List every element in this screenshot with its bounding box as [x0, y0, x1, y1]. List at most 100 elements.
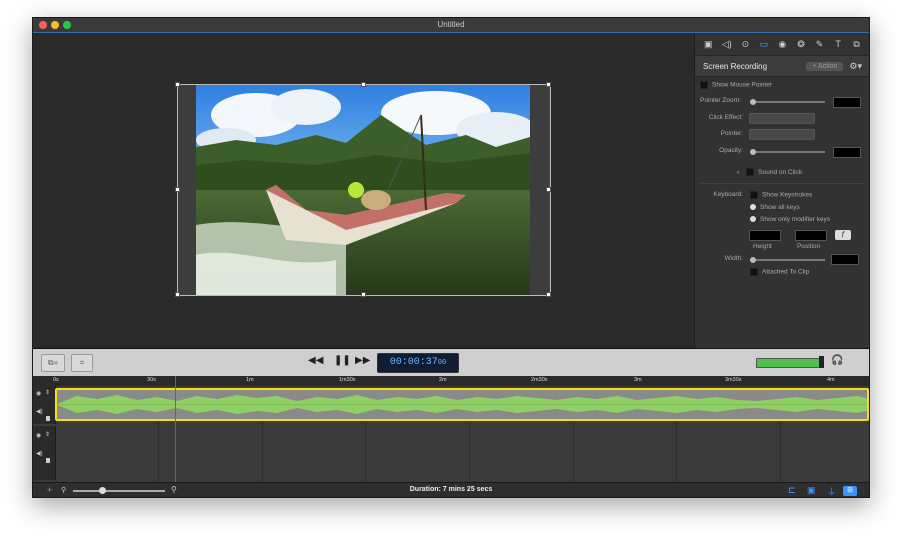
- reorder-icon[interactable]: ⇕: [45, 431, 50, 438]
- pointer-zoom-label: Pointer Zoom:: [700, 97, 741, 104]
- sound-on-click-row[interactable]: ▸ Sound on Click: [737, 168, 802, 177]
- pointer-zoom-knob[interactable]: [750, 99, 756, 105]
- volume-meter[interactable]: [756, 358, 822, 368]
- annotation-icon[interactable]: ✎: [814, 38, 826, 50]
- width-knob[interactable]: [750, 257, 756, 263]
- height-label: Height: [753, 243, 772, 250]
- audio-levels-icon[interactable]: ⏚: [827, 485, 836, 497]
- duration-label: Duration: 7 mins 25 secs: [409, 486, 493, 493]
- inspector-header: Screen Recording + Action ⚙▾: [695, 56, 869, 77]
- show-keystrokes-row[interactable]: Show Keystrokes: [750, 191, 812, 199]
- video-preview[interactable]: [175, 82, 551, 297]
- text-icon[interactable]: T: [832, 38, 844, 50]
- layers-icon[interactable]: ⧉»: [41, 354, 65, 372]
- resize-handle-left[interactable]: [175, 187, 180, 192]
- resize-handle-br[interactable]: [546, 292, 551, 297]
- headphones-icon[interactable]: 🎧: [831, 355, 843, 366]
- show-modifier-keys-row[interactable]: Show only modifier keys: [750, 216, 830, 223]
- fast-forward-button[interactable]: ▶▶: [355, 355, 370, 366]
- resize-handle-tr[interactable]: [546, 82, 551, 87]
- tick-label: 2m30s: [531, 377, 548, 383]
- timeline-tracks[interactable]: ◉ ⇕ ◀) ◉ ⇕ ◀): [33, 386, 869, 482]
- cursor-icon[interactable]: ⊙: [739, 38, 751, 50]
- eye-icon[interactable]: ◉: [36, 432, 41, 439]
- tick-label: 1m: [246, 377, 254, 383]
- video-frame-image: [196, 85, 530, 295]
- pointer-popup[interactable]: [749, 129, 815, 140]
- tick-label: 3m30s: [725, 377, 742, 383]
- keystroke-height-field[interactable]: [749, 230, 781, 241]
- speaker-icon[interactable]: ◀): [36, 450, 43, 457]
- recording-icon[interactable]: ◉: [776, 38, 788, 50]
- width-slider[interactable]: [750, 257, 825, 263]
- sound-on-click-checkbox[interactable]: [746, 168, 755, 177]
- inspector-panel: ▣ ◁) ⊙ ▭ ◉ ❂ ✎ T ⧉ Screen Recording + Ac…: [694, 33, 869, 348]
- audio-clip[interactable]: [55, 388, 869, 421]
- opacity-slider[interactable]: [750, 149, 825, 155]
- show-mouse-pointer-row[interactable]: Show Mouse Pointer: [700, 81, 772, 89]
- position-label: Position: [797, 243, 821, 250]
- letterbox-left: [178, 85, 196, 295]
- disclosure-triangle-icon[interactable]: ▸: [737, 169, 740, 176]
- attached-to-clip-row[interactable]: Attached To Clip: [750, 268, 809, 276]
- clip-icon[interactable]: ⧉: [851, 38, 863, 50]
- keystroke-position-field[interactable]: [795, 230, 827, 241]
- effects-icon[interactable]: ❂: [795, 38, 807, 50]
- transport-bar: ⧉» ⌗ ◀◀ ❚❚ ▶▶ 00:00:3700 🎧: [33, 348, 869, 377]
- volume-knob[interactable]: [819, 356, 824, 368]
- reorder-icon[interactable]: ⇕: [45, 389, 50, 396]
- width-label: Width:: [724, 255, 743, 262]
- track-2-header: ◉ ⇕ ◀): [33, 426, 56, 480]
- show-all-keys-row[interactable]: Show all keys: [750, 204, 800, 211]
- resize-handle-tl[interactable]: [175, 82, 180, 87]
- width-value[interactable]: [831, 254, 859, 265]
- tick-label: 4m: [827, 377, 835, 383]
- lock-icon[interactable]: [46, 458, 50, 463]
- gear-icon[interactable]: ⚙▾: [849, 61, 862, 72]
- keyboard-label: Keyboard:: [713, 191, 743, 198]
- filter-icon[interactable]: ⊞: [843, 486, 857, 496]
- click-effect-popup[interactable]: [749, 113, 815, 124]
- speaker-icon[interactable]: ◀): [36, 408, 43, 415]
- screen-icon[interactable]: ▭: [758, 38, 770, 50]
- canvas-icon[interactable]: ▣: [702, 38, 714, 50]
- divider: [701, 183, 864, 184]
- pointer-zoom-slider[interactable]: [750, 99, 825, 105]
- click-effect-label: Click Effect:: [708, 114, 743, 121]
- opacity-value[interactable]: [833, 147, 861, 158]
- playhead[interactable]: [175, 376, 176, 482]
- canvas: [33, 33, 694, 348]
- lock-icon[interactable]: [46, 416, 50, 421]
- pointer-label: Pointer:: [720, 130, 743, 137]
- audio-waveform: [57, 390, 867, 419]
- bottom-bar: + ⚲ ⚲ Duration: 7 mins 25 secs ⊏ ▣ ⏚ ⊞: [33, 482, 869, 497]
- resize-handle-right[interactable]: [546, 187, 551, 192]
- show-keystrokes-checkbox[interactable]: [750, 191, 758, 199]
- pointer-zoom-value[interactable]: [833, 97, 861, 108]
- resize-handle-top[interactable]: [361, 82, 366, 87]
- section-title: Screen Recording: [703, 61, 768, 71]
- add-action-button[interactable]: + Action: [806, 61, 844, 71]
- resize-handle-bottom[interactable]: [361, 292, 366, 297]
- tick-label: 30s: [147, 377, 156, 383]
- rewind-button[interactable]: ◀◀: [308, 355, 323, 366]
- timecode-display: 00:00:3700: [377, 353, 459, 373]
- title-bar: Untitled: [33, 18, 869, 33]
- tick-label: 3m: [634, 377, 642, 383]
- window-title: Untitled: [437, 20, 465, 29]
- show-modifier-keys-radio[interactable]: [750, 216, 756, 223]
- media-icon[interactable]: ▣: [807, 485, 816, 496]
- tick-label: 1m30s: [339, 377, 356, 383]
- show-all-keys-radio[interactable]: [750, 204, 756, 211]
- function-icon[interactable]: ƒ: [835, 230, 851, 240]
- snap-icon[interactable]: ⊏: [788, 485, 796, 496]
- attached-to-clip-checkbox[interactable]: [750, 268, 758, 276]
- show-mouse-pointer-checkbox[interactable]: [700, 81, 708, 89]
- audio-icon[interactable]: ◁): [721, 38, 733, 50]
- crop-icon[interactable]: ⌗: [71, 354, 93, 372]
- pause-button[interactable]: ❚❚: [334, 355, 351, 366]
- opacity-knob[interactable]: [750, 149, 756, 155]
- track-1-header: ◉ ⇕ ◀): [33, 386, 56, 424]
- resize-handle-bl[interactable]: [175, 292, 180, 297]
- eye-icon[interactable]: ◉: [36, 390, 41, 397]
